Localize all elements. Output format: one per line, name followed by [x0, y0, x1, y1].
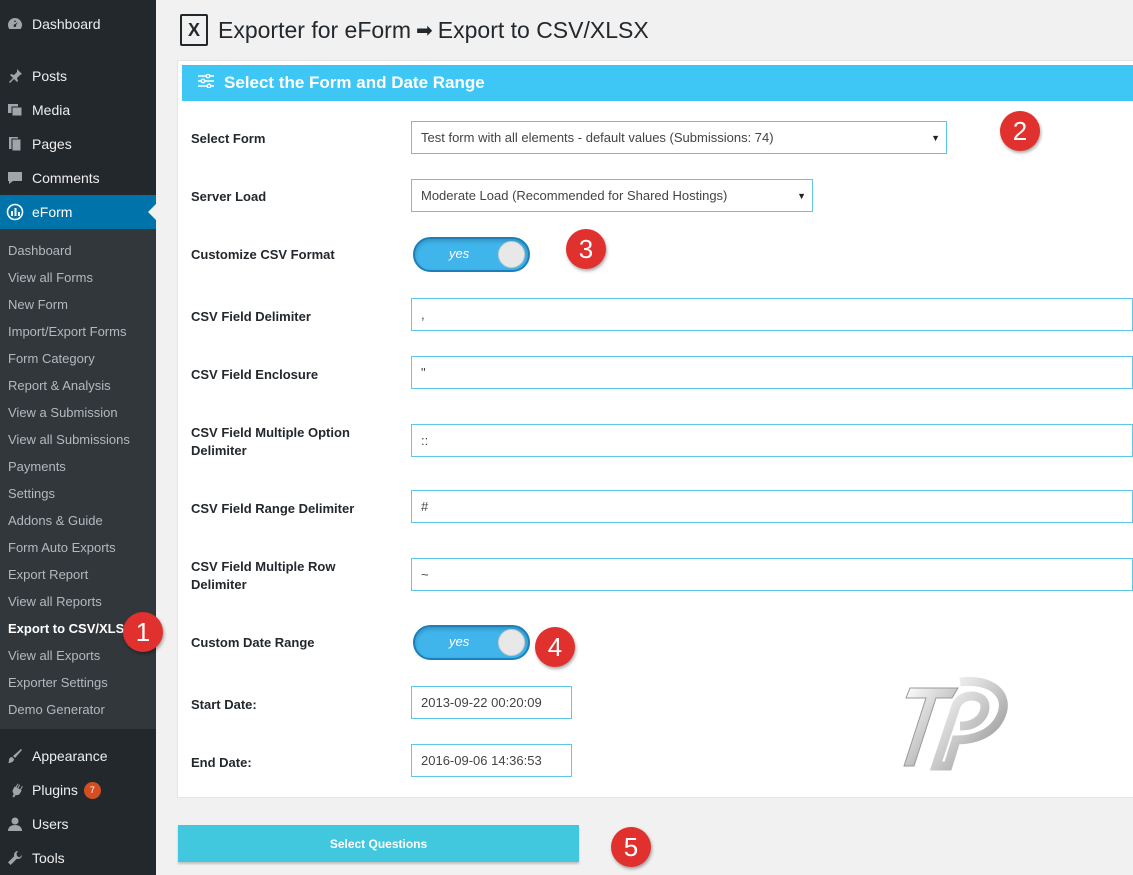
page-title-part2: Export to CSV/XLSX: [437, 16, 649, 43]
eform-submenu: Dashboard View all Forms New Form Import…: [0, 229, 156, 729]
brush-icon: [6, 747, 24, 765]
submenu-item-import-export-forms[interactable]: Import/Export Forms: [0, 318, 156, 345]
submenu-item-view-a-submission[interactable]: View a Submission: [0, 399, 156, 426]
toggle-label: yes: [449, 246, 470, 261]
wrench-icon: [6, 849, 24, 867]
label-line-1: CSV Field Multiple Option: [191, 425, 350, 440]
select-form-dropdown[interactable]: Test form with all elements - default va…: [411, 121, 947, 154]
menu-label: Tools: [32, 850, 65, 866]
menu-appearance[interactable]: Appearance: [0, 739, 156, 773]
callout-marker-5: 5: [611, 827, 651, 867]
menu-dashboard[interactable]: Dashboard: [0, 7, 156, 41]
menu-label: Pages: [32, 136, 72, 152]
submenu-item-demo-generator[interactable]: Demo Generator: [0, 696, 156, 723]
toggle-label: yes: [449, 634, 470, 649]
page-title-part1: Exporter for eForm: [218, 16, 411, 43]
menu-users[interactable]: Users: [0, 807, 156, 841]
submenu-item-settings[interactable]: Settings: [0, 480, 156, 507]
callout-marker-2: 2: [1000, 111, 1040, 151]
plug-icon: [6, 781, 24, 799]
menu-media[interactable]: Media: [0, 93, 156, 127]
csv-enclosure-input[interactable]: [411, 356, 1133, 389]
submenu-item-dashboard[interactable]: Dashboard: [0, 237, 156, 264]
menu-label: Appearance: [32, 748, 108, 764]
submenu-item-export-report[interactable]: Export Report: [0, 561, 156, 588]
server-load-dropdown[interactable]: Moderate Load (Recommended for Shared Ho…: [411, 179, 813, 212]
csv-multi-option-label: CSV Field Multiple Option Delimiter: [191, 424, 350, 460]
submenu-item-view-all-submissions[interactable]: View all Submissions: [0, 426, 156, 453]
menu-pages[interactable]: Pages: [0, 127, 156, 161]
menu-eform[interactable]: eForm: [0, 195, 156, 229]
menu-tools[interactable]: Tools: [0, 841, 156, 875]
select-form-value: Test form with all elements - default va…: [421, 130, 774, 145]
label-line-1: CSV Field Multiple Row: [191, 559, 336, 574]
user-icon: [6, 815, 24, 833]
menu-label: Plugins: [32, 782, 78, 798]
submenu-item-payments[interactable]: Payments: [0, 453, 156, 480]
csv-delimiter-input[interactable]: [411, 298, 1133, 331]
csv-range-delimiter-input[interactable]: [411, 490, 1133, 523]
start-date-input[interactable]: [411, 686, 572, 719]
page-title: X Exporter for eForm ➡ Export to CSV/XLS…: [180, 14, 649, 46]
submenu-item-new-form[interactable]: New Form: [0, 291, 156, 318]
csv-multi-option-input[interactable]: [411, 424, 1133, 457]
callout-marker-4: 4: [535, 627, 575, 667]
callout-marker-1: 1: [123, 612, 163, 652]
submenu-item-form-category[interactable]: Form Category: [0, 345, 156, 372]
panel-header: Select the Form and Date Range: [182, 65, 1133, 101]
toggle-knob: [498, 629, 525, 656]
custom-date-range-label: Custom Date Range: [191, 635, 315, 650]
customize-csv-label: Customize CSV Format: [191, 247, 335, 262]
plugins-update-badge: 7: [83, 781, 101, 799]
csv-multi-row-input[interactable]: [411, 558, 1133, 591]
arrow-right-icon: ➡: [416, 19, 433, 42]
submenu-item-exporter-settings[interactable]: Exporter Settings: [0, 669, 156, 696]
end-date-label: End Date:: [191, 755, 252, 770]
pages-icon: [6, 135, 24, 153]
callout-marker-3: 3: [566, 229, 606, 269]
csv-multi-row-label: CSV Field Multiple Row Delimiter: [191, 558, 335, 594]
watermark-logo: [903, 676, 1008, 771]
select-form-label: Select Form: [191, 131, 266, 146]
menu-comments[interactable]: Comments: [0, 161, 156, 195]
admin-sidebar: Dashboard Posts Media Pages Comments eFo…: [0, 0, 156, 875]
end-date-input[interactable]: [411, 744, 572, 777]
csv-delimiter-label: CSV Field Delimiter: [191, 309, 311, 324]
server-load-value: Moderate Load (Recommended for Shared Ho…: [421, 188, 728, 203]
toggle-knob: [498, 241, 525, 268]
customize-csv-toggle[interactable]: yes: [413, 237, 530, 272]
start-date-label: Start Date:: [191, 697, 257, 712]
select-questions-button[interactable]: Select Questions: [178, 825, 579, 862]
excel-file-icon: X: [180, 14, 208, 46]
submenu-item-form-auto-exports[interactable]: Form Auto Exports: [0, 534, 156, 561]
panel-title: Select the Form and Date Range: [224, 73, 485, 92]
sliders-icon: [198, 73, 214, 92]
label-line-2: Delimiter: [191, 577, 247, 592]
submenu-item-addons-guide[interactable]: Addons & Guide: [0, 507, 156, 534]
submenu-item-report-analysis[interactable]: Report & Analysis: [0, 372, 156, 399]
csv-range-delimiter-label: CSV Field Range Delimiter: [191, 501, 355, 516]
menu-label: Comments: [32, 170, 100, 186]
menu-label: Posts: [32, 68, 68, 84]
comment-icon: [6, 169, 24, 187]
menu-label: Dashboard: [32, 16, 101, 32]
menu-label: eForm: [32, 204, 73, 220]
eform-icon: [6, 203, 24, 221]
submenu-item-view-all-reports[interactable]: View all Reports: [0, 588, 156, 615]
dashboard-icon: [6, 15, 24, 33]
menu-plugins[interactable]: Plugins 7: [0, 773, 156, 807]
submenu-item-view-all-forms[interactable]: View all Forms: [0, 264, 156, 291]
label-line-2: Delimiter: [191, 443, 247, 458]
media-icon: [6, 101, 24, 119]
pin-icon: [6, 67, 24, 85]
csv-enclosure-label: CSV Field Enclosure: [191, 367, 319, 382]
menu-label: Media: [32, 102, 71, 118]
menu-posts[interactable]: Posts: [0, 59, 156, 93]
menu-label: Users: [32, 816, 69, 832]
custom-date-range-toggle[interactable]: yes: [413, 625, 530, 660]
server-load-label: Server Load: [191, 189, 267, 204]
